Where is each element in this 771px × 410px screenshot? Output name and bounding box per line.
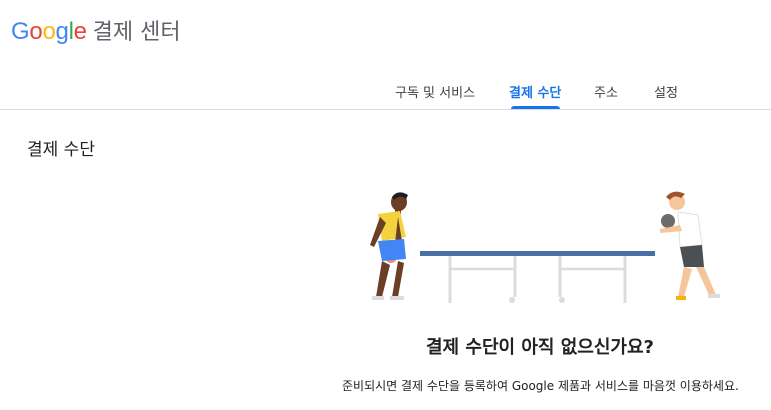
tab-bar: 구독 및 서비스 결제 수단 주소 설정	[0, 82, 771, 110]
empty-state-description: 준비되시면 결제 수단을 등록하여 Google 제품과 서비스를 마음껏 이용…	[342, 379, 739, 393]
section-title: 결제 수단	[27, 140, 95, 160]
left-player	[370, 192, 408, 300]
ping-pong-table	[420, 251, 655, 303]
logo-letter: o	[42, 18, 56, 45]
tab-addresses[interactable]: 주소	[594, 82, 618, 101]
logo-letter: G	[11, 18, 30, 45]
logo-letter: g	[55, 18, 69, 45]
tab-settings[interactable]: 설정	[654, 82, 678, 101]
logo-letter: e	[73, 18, 87, 45]
empty-state-title: 결제 수단이 아직 없으신가요?	[426, 337, 654, 358]
right-player	[660, 191, 720, 300]
header-divider	[0, 109, 771, 110]
product-name: 결제 센터	[92, 20, 181, 45]
google-wordmark: Google	[11, 18, 87, 46]
tab-subscriptions[interactable]: 구독 및 서비스	[395, 82, 475, 101]
tab-payment-methods[interactable]: 결제 수단	[509, 82, 561, 101]
google-logo[interactable]: Google 결제 센터	[11, 14, 181, 48]
app-header: Google 결제 센터 구독 및 서비스 결제 수단 주소 설정	[0, 0, 771, 110]
ping-pong-players-illustration	[370, 191, 720, 303]
logo-letter: o	[29, 18, 43, 45]
